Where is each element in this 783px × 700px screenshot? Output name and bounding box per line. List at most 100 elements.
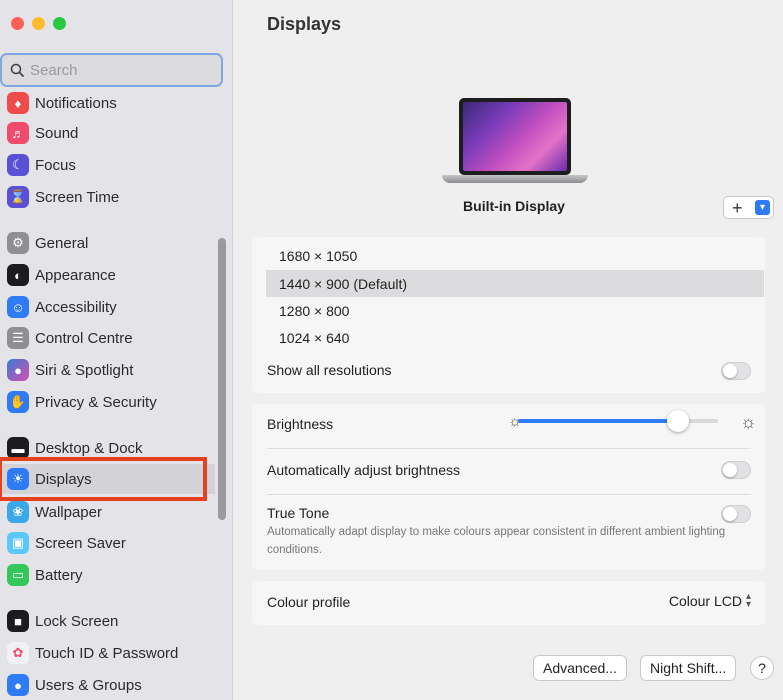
sidebar-item-users-groups[interactable]: ● Users & Groups [0,670,215,700]
sidebar-item-label: Touch ID & Password [35,644,179,662]
chevron-down-icon: ▾ [755,200,770,215]
lock-icon: ■ [7,610,29,632]
siri-icon: ● [7,359,29,381]
plus-icon: + [732,197,743,218]
colour-profile-panel: Colour profile Colour LCD ▴ ▾ [252,581,765,625]
advanced-button[interactable]: Advanced... [533,655,627,681]
appearance-icon: ◐ [7,264,29,286]
minimize-window-button[interactable] [32,17,45,30]
true-tone-description: Automatically adapt display to make colo… [267,526,726,556]
sidebar-item-label: Accessibility [35,298,117,316]
sidebar-item-label: Screen Time [35,188,120,206]
resolution-option[interactable]: 1280 × 800 [266,297,764,324]
colour-profile-select[interactable]: Colour LCD ▴ ▾ [669,591,751,610]
users-icon: ● [7,674,29,696]
brightness-panel: Brightness ☼ ☼ Automatically adjust brig… [252,404,765,570]
sidebar-item-privacy-security[interactable]: ✋ Privacy & Security [0,387,215,417]
show-all-resolutions-label: Show all resolutions [267,362,392,378]
sidebar-item-battery[interactable]: ▭ Battery [0,560,215,590]
sidebar-item-label: Battery [35,566,83,584]
control-centre-icon: ☰ [7,327,29,349]
bell-icon: ♦ [7,92,29,114]
true-tone-label: True Tone [267,505,330,521]
resolution-option[interactable]: 1024 × 640 [266,324,764,351]
sidebar-item-label: Wallpaper [35,503,102,521]
auto-brightness-label: Automatically adjust brightness [267,462,460,478]
sidebar-item-label: Privacy & Security [35,393,157,411]
divider [267,448,751,449]
search-input[interactable] [30,61,200,79]
sun-icon: ☀ [7,468,29,490]
traffic-lights [11,17,66,30]
resolution-option[interactable]: 1680 × 1050 [266,242,764,269]
sidebar-list: ♦ Notifications ♬ Sound ☾ Focus ⌛ Screen… [0,88,215,700]
battery-icon: ▭ [7,564,29,586]
laptop-base [442,175,588,183]
sidebar-scrollbar[interactable] [218,238,226,520]
sidebar-item-label: Appearance [35,266,116,284]
show-all-resolutions-toggle[interactable] [721,362,751,380]
page-title: Displays [267,14,342,34]
close-window-button[interactable] [11,17,24,30]
sidebar-item-lock-screen[interactable]: ■ Lock Screen [0,606,215,636]
laptop-icon[interactable] [442,98,588,186]
main-pane: Displays Built-in Display + ▾ 1680 × 105… [234,0,783,700]
night-shift-button[interactable]: Night Shift... [640,655,737,681]
sidebar-item-siri-spotlight[interactable]: ● Siri & Spotlight [0,355,215,385]
sidebar-item-label: Control Centre [35,329,133,347]
divider [267,494,751,495]
add-display-button[interactable]: + ▾ [723,196,774,219]
sidebar-item-label: General [35,234,89,252]
display-name: Built-in Display [463,198,565,214]
sidebar-item-label: Displays [35,470,92,488]
sidebar-item-screen-time[interactable]: ⌛ Screen Time [0,182,215,212]
sidebar-item-label: Focus [35,156,76,174]
laptop-screen [459,98,571,175]
sidebar-item-general[interactable]: ⚙ General [0,228,215,258]
zoom-window-button[interactable] [53,17,66,30]
fingerprint-icon: ✿ [7,642,29,664]
sidebar-item-control-centre[interactable]: ☰ Control Centre [0,323,215,353]
sidebar: ♦ Notifications ♬ Sound ☾ Focus ⌛ Screen… [0,0,233,700]
sidebar-item-label: Users & Groups [35,676,142,694]
accessibility-icon: ☺ [7,296,29,318]
sidebar-item-displays[interactable]: ☀ Displays [0,464,215,494]
brightness-slider-fill [518,419,678,423]
search-field[interactable] [0,53,223,87]
sidebar-item-sound[interactable]: ♬ Sound [0,118,215,148]
sidebar-item-notifications[interactable]: ♦ Notifications [0,88,215,118]
help-button[interactable]: ? [750,656,774,680]
brightness-slider[interactable] [518,410,718,432]
resolution-option-selected[interactable]: 1440 × 900 (Default) [266,270,764,297]
hand-icon: ✋ [7,391,29,413]
sidebar-item-label: Notifications [35,94,117,112]
sidebar-item-screen-saver[interactable]: ▣ Screen Saver [0,528,215,558]
sidebar-item-label: Sound [35,124,79,142]
gear-icon: ⚙ [7,232,29,254]
sidebar-item-label: Screen Saver [35,534,126,552]
colour-profile-label: Colour profile [267,594,351,610]
moon-icon: ☾ [7,154,29,176]
search-icon [10,63,24,77]
sidebar-item-focus[interactable]: ☾ Focus [0,150,215,180]
hourglass-icon: ⌛ [7,186,29,208]
sidebar-item-wallpaper[interactable]: ❀ Wallpaper [0,497,215,527]
dock-icon: ▬ [7,437,29,459]
sidebar-item-touch-id-password[interactable]: ✿ Touch ID & Password [0,638,215,668]
sidebar-item-label: Lock Screen [35,612,119,630]
speaker-icon: ♬ [7,122,29,144]
sidebar-item-appearance[interactable]: ◐ Appearance [0,260,215,290]
brightness-slider-knob[interactable] [667,410,689,432]
sidebar-item-desktop-dock[interactable]: ▬ Desktop & Dock [0,433,215,463]
sidebar-item-accessibility[interactable]: ☺ Accessibility [0,292,215,322]
brightness-high-icon: ☼ [740,412,757,432]
sidebar-item-label: Siri & Spotlight [35,361,134,379]
screensaver-icon: ▣ [7,532,29,554]
updown-chevron-icon: ▴ ▾ [745,591,751,610]
true-tone-toggle[interactable] [721,505,751,523]
resolution-panel: 1680 × 1050 1440 × 900 (Default) 1280 × … [252,237,765,393]
sidebar-item-label: Desktop & Dock [35,439,143,457]
flower-icon: ❀ [7,501,29,523]
auto-brightness-toggle[interactable] [721,461,751,479]
brightness-label: Brightness [267,416,334,432]
